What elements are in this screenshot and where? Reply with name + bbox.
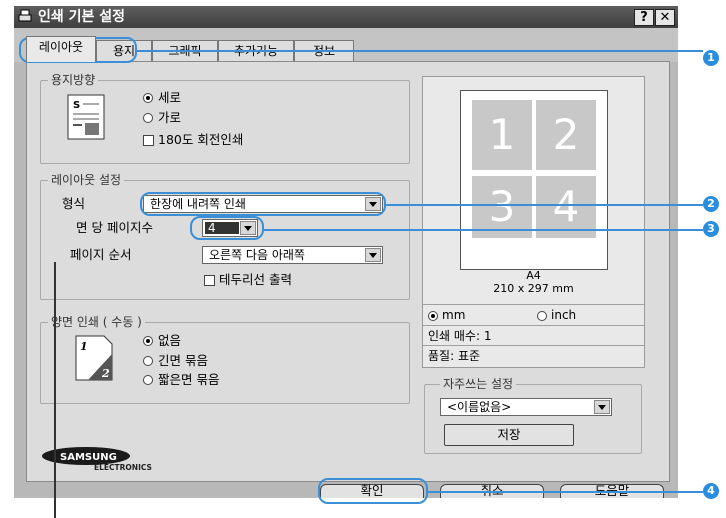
printer-icon <box>18 9 32 23</box>
tab-layout[interactable]: 레이아웃 <box>26 36 96 62</box>
rotate-180-checkbox[interactable] <box>143 135 154 146</box>
svg-text:2: 2 <box>101 367 110 380</box>
landscape-radio[interactable] <box>143 113 153 123</box>
callout-ring <box>318 478 428 504</box>
svg-text:1: 1 <box>80 340 88 353</box>
callout-line <box>386 204 703 206</box>
chevron-down-icon[interactable] <box>594 400 610 414</box>
duplex-short-edge-radio[interactable] <box>143 375 153 385</box>
print-border-checkbox[interactable] <box>204 275 215 286</box>
callout-line <box>137 50 703 52</box>
landscape-label: 가로 <box>158 110 182 125</box>
preview-cell: 1 <box>472 100 532 170</box>
samsung-logo: SAMSUNG ELECTRONICS <box>40 446 180 475</box>
callout-badge-3: 3 <box>703 221 719 237</box>
page-order-select[interactable]: 오른쪽 다음 아래쪽 <box>202 246 383 264</box>
duplex-long-edge-radio[interactable] <box>143 356 153 366</box>
unit-mm-radio[interactable] <box>428 311 438 321</box>
callout-vertical-line <box>54 262 56 518</box>
favorites-select[interactable]: <이름없음> <box>440 398 612 416</box>
chevron-down-icon[interactable] <box>365 248 381 262</box>
callout-badge-1: 1 <box>703 50 719 66</box>
callout-line <box>264 229 703 231</box>
print-border-label: 테두리선 출력 <box>219 272 292 287</box>
quality-text: 품질: 표준 <box>428 349 481 363</box>
svg-text:ELECTRONICS: ELECTRONICS <box>94 463 152 472</box>
duplex-none-label: 없음 <box>158 333 182 348</box>
paper-size: 210 x 297 mm <box>493 282 574 295</box>
callout-ring <box>190 216 264 240</box>
portrait-radio[interactable] <box>143 93 153 103</box>
favorites-group-label: 자주쓰는 설정 <box>440 377 517 391</box>
callout-badge-2: 2 <box>703 196 719 212</box>
duplex-none-radio[interactable] <box>143 336 153 346</box>
page-order-value: 오른쪽 다음 아래쪽 <box>209 248 305 262</box>
preview-divider <box>423 304 644 305</box>
help-title-button[interactable]: ? <box>634 9 654 26</box>
type-label: 형식 <box>62 196 86 211</box>
svg-text:SAMSUNG: SAMSUNG <box>60 452 117 463</box>
pages-per-side-label: 면 당 페이지수 <box>76 220 153 235</box>
portrait-document-icon: S <box>67 94 107 145</box>
orientation-group-label: 용지방향 <box>48 73 99 87</box>
unit-inch-radio[interactable] <box>537 311 547 321</box>
rotate-180-label: 180도 회전인쇄 <box>158 132 244 147</box>
preview-cell: 2 <box>536 100 596 170</box>
copies-text: 인쇄 매수: 1 <box>428 329 492 343</box>
save-favorite-button[interactable]: 저장 <box>444 424 574 446</box>
unit-mm-label: mm <box>442 308 466 322</box>
callout-badge-4: 4 <box>703 483 719 499</box>
callout-ring <box>140 192 386 216</box>
duplex-group-label: 양면 인쇄 ( 수동 ) <box>48 315 145 329</box>
preview-divider <box>423 345 644 346</box>
unit-inch-label: inch <box>551 308 577 322</box>
duplex-short-edge-label: 짧은면 묶음 <box>158 372 220 387</box>
callout-line <box>428 491 703 493</box>
preview-divider <box>423 325 644 326</box>
favorites-select-value: <이름없음> <box>447 400 512 414</box>
duplex-document-icon: 12 <box>74 334 114 385</box>
close-button[interactable]: ✕ <box>655 9 675 26</box>
page-order-label: 페이지 순서 <box>70 247 132 262</box>
layout-group-label: 레이아웃 설정 <box>48 173 125 187</box>
portrait-label: 세로 <box>158 90 182 105</box>
window-title: 인쇄 기본 설정 <box>38 9 126 25</box>
svg-text:S: S <box>73 100 80 111</box>
duplex-long-edge-label: 긴면 묶음 <box>158 353 208 368</box>
